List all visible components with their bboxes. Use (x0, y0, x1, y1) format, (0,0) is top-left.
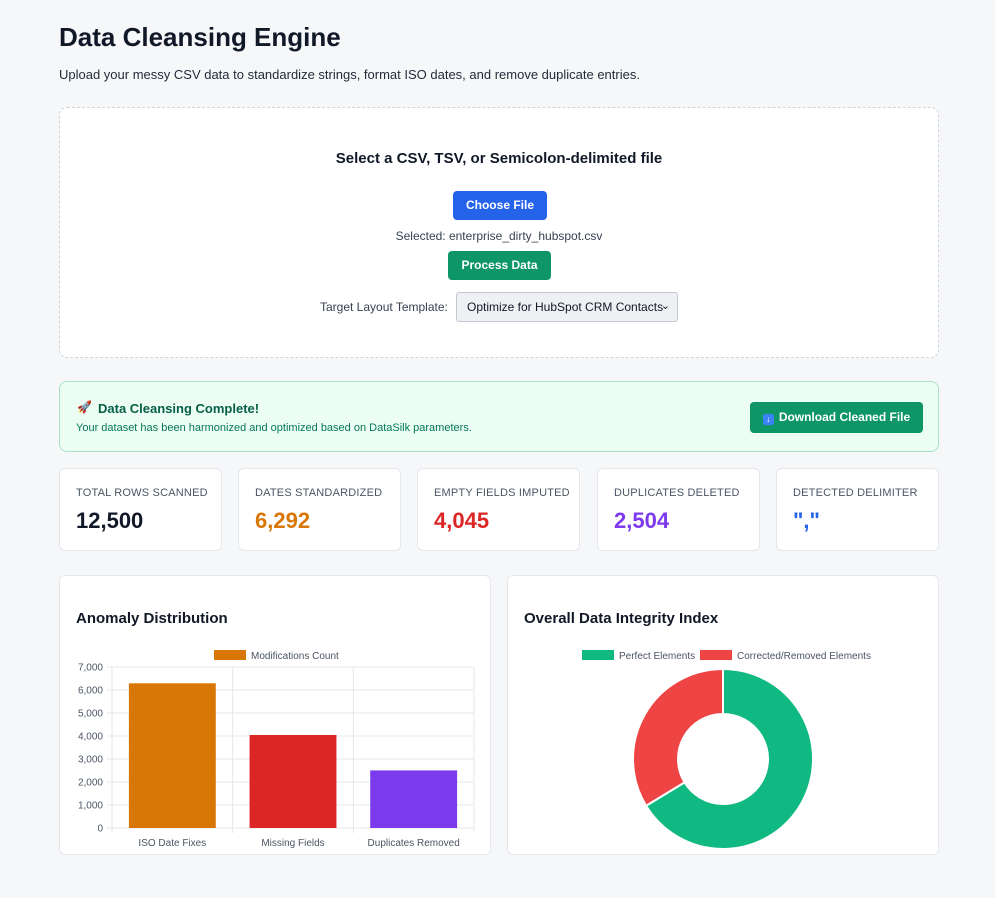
stat-label: TOTAL ROWS SCANNED (76, 487, 208, 499)
upload-panel: Select a CSV, TSV, or Semicolon-delimite… (59, 107, 939, 358)
stat-card-total-rows: TOTAL ROWS SCANNED 12,500 (59, 468, 222, 551)
stat-label: DATES STANDARDIZED (255, 487, 383, 499)
bar-chart-card: Anomaly Distribution 0 1,000 2,000 3,000 4,0… (59, 575, 491, 855)
stat-label: EMPTY FIELDS IMPUTED (434, 487, 570, 499)
stat-value: 6,292 (255, 508, 311, 533)
y-tick-label: 5,000 (78, 709, 103, 720)
legend-label: Modifications Count (251, 651, 339, 662)
bar-chart: 0 1,000 2,000 3,000 4,000 5,000 6,000 7,000 ISO … (78, 650, 475, 849)
upload-heading: Select a CSV, TSV, or Semicolon-delimite… (335, 150, 663, 167)
page-title: Data Cleansing Engine (59, 22, 341, 52)
y-tick-label: 0 (97, 824, 103, 835)
stat-value: 12,500 (76, 508, 144, 533)
x-tick-label: ISO Date Fixes (138, 838, 206, 849)
y-tick-label: 7,000 (78, 663, 103, 674)
template-select-value: Optimize for HubSpot CRM Contacts (467, 300, 664, 314)
bar (128, 683, 216, 828)
bar (370, 770, 458, 828)
stat-card-duplicates: DUPLICATES DELETED 2,504 (597, 468, 760, 551)
legend-label: Corrected/Removed Elements (737, 651, 871, 662)
donut-chart-card: Overall Data Integrity Index Perfect Ele… (507, 575, 939, 855)
legend-label: Perfect Elements (619, 651, 695, 662)
banner-message: Your dataset has been harmonized and opt… (76, 422, 472, 434)
download-cleaned-file-button[interactable]: ↓ Download Cleaned File (750, 402, 923, 433)
y-tick-label: 6,000 (78, 686, 103, 697)
stat-card-empty-fields: EMPTY FIELDS IMPUTED 4,045 (417, 468, 580, 551)
legend-swatch (700, 650, 732, 660)
download-arrow-icon: ↓ (762, 414, 774, 425)
y-tick-label: 1,000 (78, 801, 103, 812)
y-tick-label: 4,000 (78, 732, 103, 743)
choose-file-button[interactable]: Choose File (453, 191, 547, 220)
stat-card-dates-standardized: DATES STANDARDIZED 6,292 (238, 468, 401, 551)
stat-value: 2,504 (614, 508, 670, 533)
banner-title: Data Cleansing Complete! (98, 401, 260, 416)
success-banner: 🚀 Data Cleansing Complete! Your dataset … (59, 381, 939, 452)
y-tick-label: 2,000 (78, 778, 103, 789)
rocket-icon: 🚀 (77, 400, 92, 414)
donut-slice (632, 667, 724, 808)
x-tick-label: Missing Fields (261, 838, 324, 849)
legend-swatch (214, 650, 246, 660)
stat-card-delimiter: DETECTED DELIMITER "," (776, 468, 939, 551)
y-tick-label: 3,000 (78, 755, 103, 766)
download-label: Download Cleaned File (778, 410, 911, 424)
x-tick-label: Duplicates Removed (368, 838, 460, 849)
process-data-button[interactable]: Process Data (448, 251, 551, 280)
stat-label: DETECTED DELIMITER (793, 487, 918, 499)
page-subtitle: Upload your messy CSV data to standardiz… (59, 67, 640, 82)
stat-value: 4,045 (434, 508, 490, 533)
chevron-down-icon: ⌄ (660, 300, 670, 312)
stat-label: DUPLICATES DELETED (614, 487, 740, 499)
template-select[interactable]: Optimize for HubSpot CRM Contacts ⌄ (456, 292, 678, 322)
template-label: Target Layout Template: (320, 300, 448, 314)
donut-chart: Perfect Elements Corrected/Removed Elemen… (582, 650, 871, 850)
legend-swatch (582, 650, 614, 660)
stat-value: "," (793, 508, 820, 533)
bar (249, 734, 337, 828)
selected-file-text: Selected: enterprise_dirty_hubspot.csv (395, 229, 603, 243)
